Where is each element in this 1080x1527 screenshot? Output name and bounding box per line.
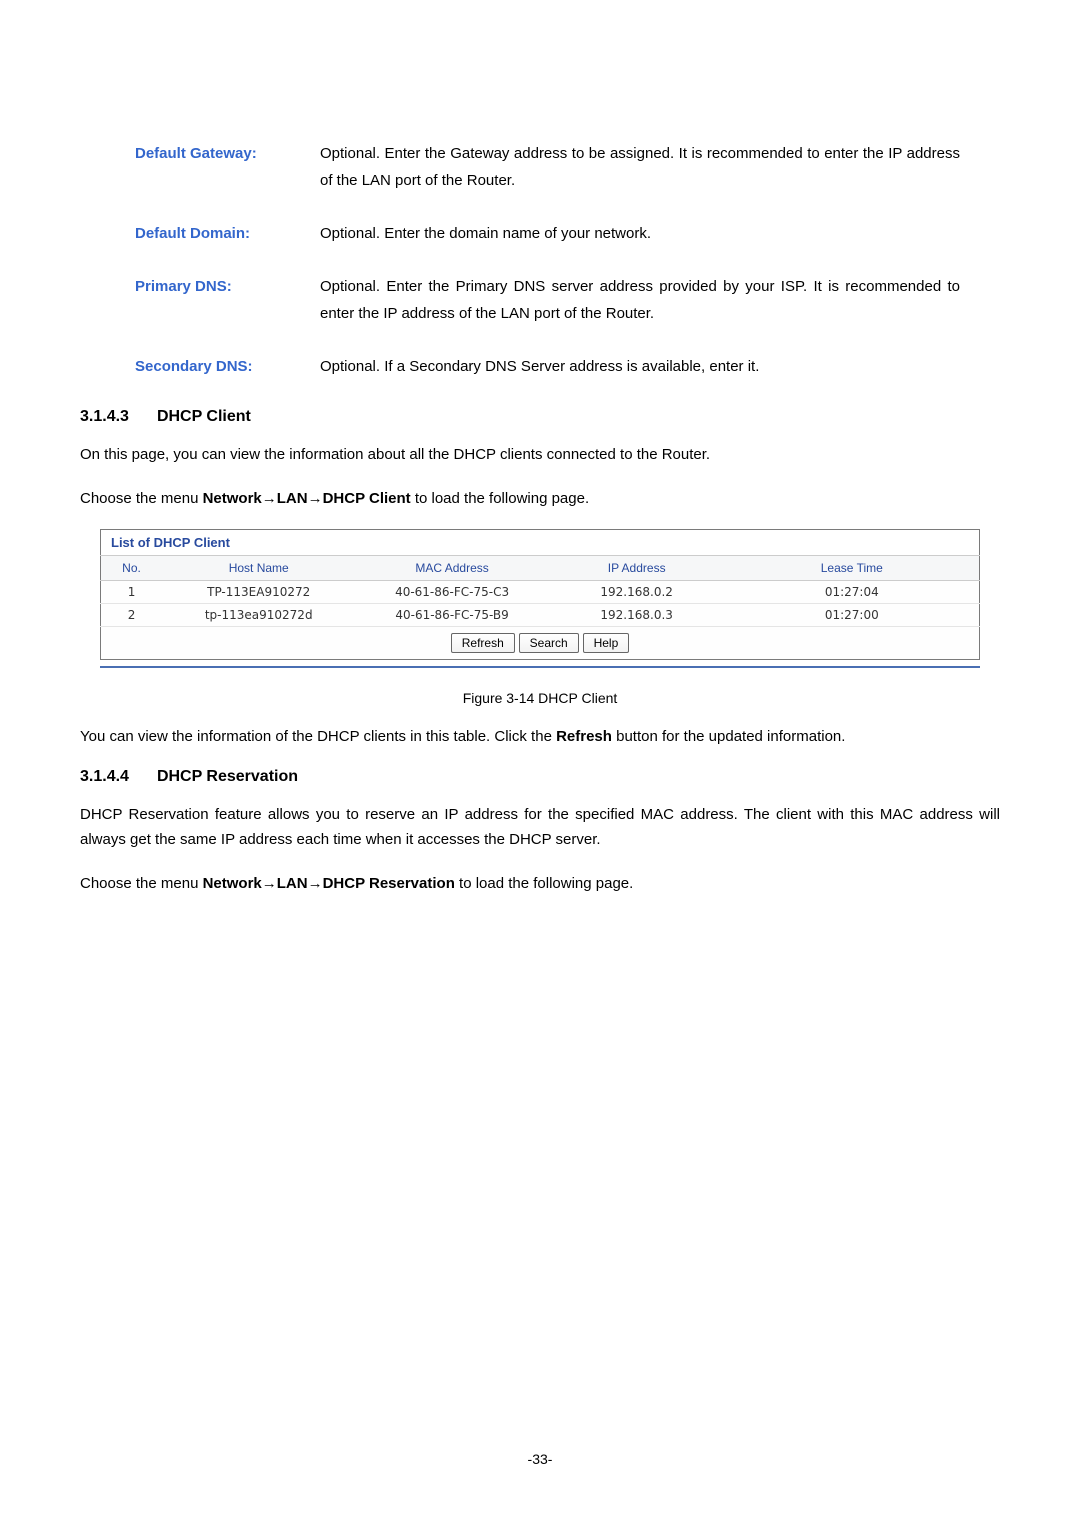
after-table-paragraph: You can view the information of the DHCP… — [80, 724, 1000, 750]
definition-text: Optional. Enter the domain name of your … — [320, 220, 960, 247]
table-row: 1 TP-113EA910272 40-61-86-FC-75-C3 192.1… — [101, 581, 980, 604]
col-host-name: Host Name — [162, 556, 355, 581]
menu-path: Network→LAN→DHCP Client — [203, 490, 411, 507]
text-post: button for the updated information. — [612, 728, 846, 745]
section-title: DHCP Reservation — [157, 768, 298, 785]
definition-row: Primary DNS: Optional. Enter the Primary… — [135, 273, 960, 327]
section-title: DHCP Client — [157, 408, 251, 425]
cell-mac: 40-61-86-FC-75-C3 — [355, 581, 548, 604]
table-row: 2 tp-113ea910272d 40-61-86-FC-75-B9 192.… — [101, 604, 980, 627]
cell-host: tp-113ea910272d — [162, 604, 355, 627]
definition-row: Secondary DNS: Optional. If a Secondary … — [135, 353, 960, 380]
text-bold: Refresh — [556, 728, 612, 745]
table-buttons-row: Refresh Search Help — [101, 627, 980, 660]
table-title-row: List of DHCP Client — [101, 530, 980, 556]
cell-lease: 01:27:00 — [725, 604, 980, 627]
table-header-row: No. Host Name MAC Address IP Address Lea… — [101, 556, 980, 581]
cell-mac: 40-61-86-FC-75-B9 — [355, 604, 548, 627]
dhcp-client-figure: List of DHCP Client No. Host Name MAC Ad… — [100, 529, 980, 668]
cell-lease: 01:27:04 — [725, 581, 980, 604]
definition-list: Default Gateway: Optional. Enter the Gat… — [135, 140, 960, 380]
figure-caption: Figure 3-14 DHCP Client — [80, 690, 1000, 706]
menu-path-paragraph-2: Choose the menu Network→LAN→DHCP Reserva… — [80, 871, 1000, 897]
table-title: List of DHCP Client — [101, 530, 980, 556]
definition-row: Default Gateway: Optional. Enter the Gat… — [135, 140, 960, 194]
menu-pre: Choose the menu — [80, 875, 203, 892]
cell-ip: 192.168.0.3 — [549, 604, 725, 627]
cell-host: TP-113EA910272 — [162, 581, 355, 604]
definition-label: Secondary DNS: — [135, 353, 320, 380]
section-number: 3.1.4.4 — [80, 768, 129, 786]
menu-post: to load the following page. — [455, 875, 633, 892]
definition-text: Optional. Enter the Primary DNS server a… — [320, 273, 960, 327]
menu-path-paragraph: Choose the menu Network→LAN→DHCP Client … — [80, 486, 1000, 512]
section-number: 3.1.4.3 — [80, 408, 129, 426]
menu-path: Network→LAN→DHCP Reservation — [203, 875, 455, 892]
definition-row: Default Domain: Optional. Enter the doma… — [135, 220, 960, 247]
section-heading-dhcp-client: 3.1.4.3 DHCP Client — [80, 408, 1000, 426]
definition-text: Optional. If a Secondary DNS Server addr… — [320, 353, 960, 380]
dhcp-client-table: List of DHCP Client No. Host Name MAC Ad… — [100, 529, 980, 660]
page-number: -33- — [0, 1451, 1080, 1467]
col-lease-time: Lease Time — [725, 556, 980, 581]
text-pre: You can view the information of the DHCP… — [80, 728, 556, 745]
refresh-button[interactable]: Refresh — [451, 633, 515, 653]
help-button[interactable]: Help — [583, 633, 630, 653]
definition-label: Primary DNS: — [135, 273, 320, 327]
menu-pre: Choose the menu — [80, 490, 203, 507]
cell-no: 1 — [101, 581, 163, 604]
figure-divider — [100, 666, 980, 668]
definition-text: Optional. Enter the Gateway address to b… — [320, 140, 960, 194]
definition-label: Default Gateway: — [135, 140, 320, 194]
intro-paragraph-2: DHCP Reservation feature allows you to r… — [80, 802, 1000, 853]
search-button[interactable]: Search — [519, 633, 579, 653]
menu-post: to load the following page. — [411, 490, 589, 507]
col-ip-address: IP Address — [549, 556, 725, 581]
col-no: No. — [101, 556, 163, 581]
definition-label: Default Domain: — [135, 220, 320, 247]
intro-paragraph: On this page, you can view the informati… — [80, 442, 1000, 468]
col-mac-address: MAC Address — [355, 556, 548, 581]
section-heading-dhcp-reservation: 3.1.4.4 DHCP Reservation — [80, 768, 1000, 786]
cell-ip: 192.168.0.2 — [549, 581, 725, 604]
document-page: Default Gateway: Optional. Enter the Gat… — [0, 0, 1080, 1527]
cell-no: 2 — [101, 604, 163, 627]
